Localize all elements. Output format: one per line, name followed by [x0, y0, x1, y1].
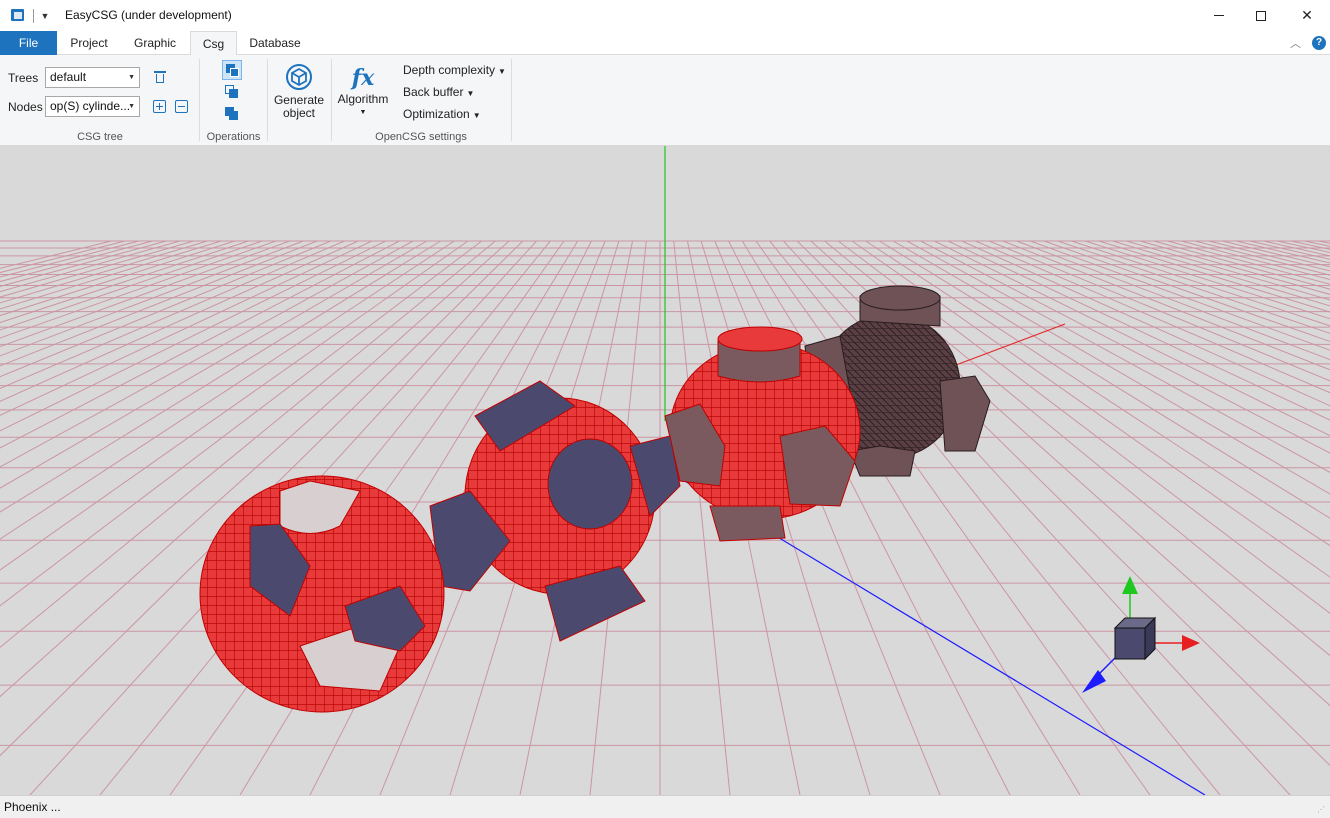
trees-combobox[interactable]: default ▼: [45, 67, 140, 88]
quick-access-dropdown-icon[interactable]: ▼: [39, 10, 51, 22]
algorithm-label: Algorithm: [337, 92, 389, 106]
app-icon[interactable]: [11, 9, 24, 21]
minimize-button[interactable]: [1196, 0, 1242, 31]
csg-object-red-torus[interactable]: [429, 380, 681, 642]
chevron-down-icon: ▼: [128, 74, 135, 81]
chevron-down-icon: ▼: [466, 89, 475, 98]
resize-grip-icon[interactable]: ⋰: [1317, 805, 1327, 815]
nodes-label: Nodes: [8, 100, 43, 114]
back-buffer-dropdown[interactable]: Back buffer ▼: [403, 85, 474, 99]
depth-complexity-label: Depth complexity: [403, 63, 496, 77]
generate-object-button[interactable]: Generate object: [270, 63, 328, 120]
close-icon: ✕: [1301, 7, 1313, 23]
group-separator: [511, 59, 512, 141]
csg-tree-group-label: CSG tree: [77, 131, 123, 143]
subtraction-operation-button[interactable]: [222, 104, 242, 124]
algorithm-button[interactable]: fx Algorithm ▼: [335, 63, 391, 119]
csg-object-red-hollow[interactable]: [199, 475, 445, 713]
3d-viewport[interactable]: [0, 146, 1330, 795]
status-bar: Phoenix ... ⋰: [0, 795, 1330, 818]
ribbon-collapse-icon[interactable]: ︿: [1290, 35, 1301, 51]
chevron-down-icon: ▼: [128, 103, 135, 110]
intersection-operation-button[interactable]: [222, 82, 242, 102]
nodes-value: op(S) cylinde...: [50, 99, 131, 113]
operations-group-label: Operations: [206, 131, 261, 143]
ribbon-panel: Trees default ▼ Nodes op(S) cylinde... ▼…: [0, 55, 1330, 146]
chevron-down-icon: ▼: [498, 67, 506, 76]
group-separator: [267, 59, 268, 141]
generate-label-line2: object: [282, 106, 316, 120]
delete-tree-icon[interactable]: [153, 70, 167, 84]
opencsg-group-label: OpenCSG settings: [375, 131, 467, 143]
add-node-icon[interactable]: [153, 100, 166, 113]
window-title: EasyCSG (under development): [65, 8, 232, 22]
maximize-button[interactable]: [1238, 0, 1284, 31]
nodes-combobox[interactable]: op(S) cylinde... ▼: [45, 96, 140, 117]
depth-complexity-dropdown[interactable]: Depth complexity ▼: [403, 63, 506, 77]
optimization-label: Optimization: [403, 107, 470, 121]
maximize-icon: [1256, 10, 1266, 21]
quick-access-separator: [33, 9, 34, 23]
tab-file[interactable]: File: [0, 31, 57, 55]
chevron-down-icon: ▼: [472, 111, 481, 120]
tab-project[interactable]: Project: [61, 31, 117, 55]
status-text: Phoenix ...: [4, 800, 61, 814]
minimize-icon: [1214, 15, 1224, 16]
close-button[interactable]: ✕: [1284, 0, 1330, 31]
optimization-dropdown[interactable]: Optimization ▼: [403, 107, 481, 121]
subtraction-icon-part: [229, 111, 238, 120]
trees-label: Trees: [8, 71, 39, 85]
cube-icon: [286, 64, 312, 90]
tab-database[interactable]: Database: [242, 31, 308, 55]
group-separator: [199, 59, 200, 141]
union-operation-button[interactable]: [222, 60, 242, 80]
tab-graphic[interactable]: Graphic: [125, 31, 185, 55]
function-icon: fx: [351, 65, 375, 91]
back-buffer-label: Back buffer: [403, 85, 464, 99]
scene-canvas[interactable]: [0, 146, 1330, 795]
union-icon-part: [230, 68, 239, 77]
remove-node-icon[interactable]: [175, 100, 188, 113]
chevron-down-icon: ▼: [359, 109, 367, 116]
group-separator: [331, 59, 332, 141]
orientation-gizmo[interactable]: [1082, 576, 1200, 693]
help-icon[interactable]: ?: [1312, 36, 1326, 50]
intersection-icon-part: [229, 89, 238, 98]
trees-value: default: [50, 70, 87, 84]
ribbon-tabs: File Project Graphic Csg Database ︿ ?: [0, 31, 1330, 56]
tab-csg[interactable]: Csg: [190, 31, 237, 56]
title-bar: ▼ EasyCSG (under development) ✕: [0, 0, 1330, 31]
